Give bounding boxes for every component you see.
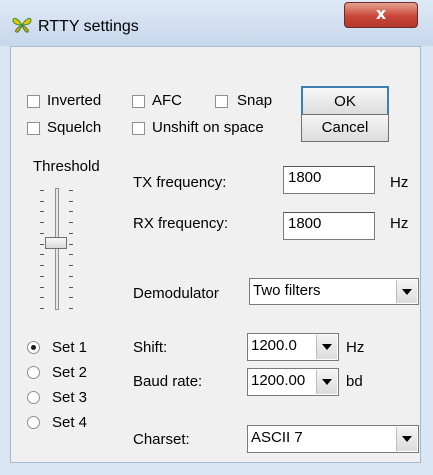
afc-label[interactable]: AFC	[152, 92, 182, 109]
rx-frequency-label: RX frequency:	[133, 215, 229, 232]
set-2-label[interactable]: Set 2	[52, 364, 87, 381]
tx-frequency-label: TX frequency:	[133, 174, 227, 191]
charset-value: ASCII 7	[251, 429, 303, 446]
set-3-radio[interactable]	[27, 391, 40, 404]
chevron-down-icon[interactable]	[316, 335, 337, 359]
slider-tick	[69, 244, 73, 245]
slider-tick	[69, 265, 73, 266]
snap-checkbox[interactable]	[215, 95, 228, 108]
tx-frequency-input[interactable]: 1800	[283, 166, 375, 194]
set-1-label[interactable]: Set 1	[52, 339, 87, 356]
demodulator-select[interactable]: Two filters	[249, 278, 419, 305]
set-1-radio[interactable]	[27, 341, 40, 354]
unshift-label[interactable]: Unshift on space	[152, 119, 264, 136]
window-title: RTTY settings	[38, 18, 139, 35]
slider-tick	[40, 297, 44, 298]
title-bar[interactable]: RTTY settings x	[0, 0, 433, 46]
chevron-down-icon[interactable]	[396, 280, 417, 303]
squelch-checkbox[interactable]	[27, 122, 40, 135]
close-button[interactable]: x	[344, 2, 418, 28]
threshold-slider-thumb[interactable]	[45, 237, 67, 249]
set-2-radio[interactable]	[27, 366, 40, 379]
butterfly-icon	[12, 17, 32, 33]
slider-tick	[40, 201, 44, 202]
slider-tick	[40, 244, 44, 245]
slider-tick	[40, 222, 44, 223]
slider-tick	[69, 297, 73, 298]
rx-unit: Hz	[390, 215, 409, 232]
snap-label[interactable]: Snap	[237, 92, 272, 109]
rtty-settings-window: RTTY settings x Inverted AFC Snap OK Squ…	[0, 0, 433, 475]
slider-tick	[69, 222, 73, 223]
threshold-label: Threshold	[33, 158, 100, 175]
slider-tick	[69, 254, 73, 255]
threshold-slider-track[interactable]	[55, 188, 59, 310]
demodulator-value: Two filters	[253, 282, 321, 299]
baud-rate-label: Baud rate:	[133, 373, 203, 390]
afc-checkbox[interactable]	[132, 95, 145, 108]
slider-tick	[69, 233, 73, 234]
ok-button[interactable]: OK	[301, 86, 389, 117]
slider-tick	[69, 308, 73, 309]
slider-tick	[69, 276, 73, 277]
slider-tick	[40, 254, 44, 255]
slider-tick	[40, 287, 44, 288]
squelch-label[interactable]: Squelch	[47, 119, 101, 136]
slider-tick	[69, 287, 73, 288]
set-3-label[interactable]: Set 3	[52, 389, 87, 406]
charset-label: Charset:	[133, 431, 190, 448]
slider-tick	[40, 308, 44, 309]
shift-unit: Hz	[346, 339, 365, 356]
slider-tick	[40, 233, 44, 234]
cancel-button[interactable]: Cancel	[301, 114, 389, 142]
tx-unit: Hz	[390, 174, 409, 191]
slider-tick	[69, 201, 73, 202]
slider-tick	[69, 211, 73, 212]
shift-label: Shift:	[133, 339, 168, 356]
unshift-checkbox[interactable]	[132, 122, 145, 135]
shift-value: 1200.0	[251, 337, 297, 354]
chevron-down-icon[interactable]	[396, 427, 417, 451]
shift-select[interactable]: 1200.0	[247, 333, 339, 361]
inverted-checkbox[interactable]	[27, 95, 40, 108]
set-4-radio[interactable]	[27, 416, 40, 429]
inverted-label[interactable]: Inverted	[47, 92, 101, 109]
slider-tick	[40, 265, 44, 266]
baud-rate-select[interactable]: 1200.00	[247, 368, 339, 396]
slider-tick	[40, 211, 44, 212]
chevron-down-icon[interactable]	[316, 370, 337, 394]
close-icon: x	[375, 4, 387, 23]
rx-frequency-input[interactable]: 1800	[283, 212, 375, 240]
set-4-label[interactable]: Set 4	[52, 414, 87, 431]
charset-select[interactable]: ASCII 7	[247, 425, 419, 453]
slider-tick	[40, 276, 44, 277]
baud-rate-unit: bd	[346, 373, 363, 390]
demodulator-label: Demodulator	[133, 285, 219, 302]
slider-tick	[40, 190, 44, 191]
baud-rate-value: 1200.00	[251, 372, 306, 389]
slider-tick	[69, 190, 73, 191]
